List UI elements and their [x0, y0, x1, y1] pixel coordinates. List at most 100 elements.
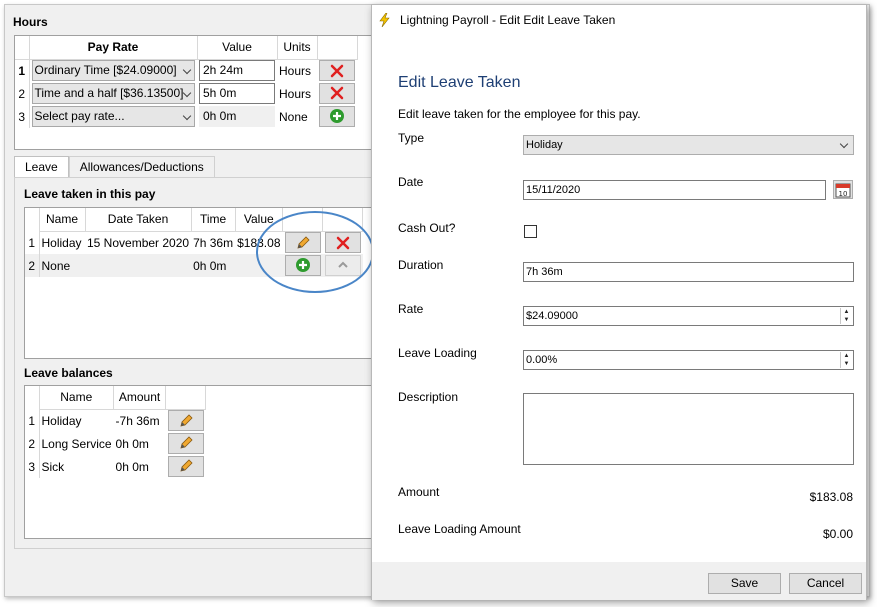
spin-down-icon[interactable]: ▼ [841, 360, 852, 368]
table-row[interactable]: 2 Long Service 0h 0m [25, 432, 206, 455]
duration-label: Duration [398, 258, 444, 272]
spin-up-icon[interactable]: ▲ [841, 308, 852, 316]
type-value: Holiday [526, 139, 563, 151]
pay-rate-select[interactable]: Select pay rate... [31, 106, 195, 127]
leave-name-cell: None [41, 258, 71, 273]
hours-grid: Pay Rate Value Units 1 Ordinary Time [$2… [14, 35, 372, 150]
description-textarea[interactable] [523, 393, 854, 465]
hours-table: Pay Rate Value Units 1 Ordinary Time [$2… [15, 36, 358, 128]
date-taken-cell [85, 254, 191, 277]
balance-edit-header [165, 386, 207, 410]
amount-label: Amount [398, 485, 440, 499]
balance-amount-cell: -7h 36m [115, 413, 160, 428]
add-row-button[interactable] [319, 105, 355, 127]
leave-balances-table: Name Amount 1 Holiday -7h 36m 2 Long Ser… [25, 386, 207, 478]
pay-rate-select[interactable]: Time and a half [$36.13500] [31, 83, 195, 104]
lightning-icon [379, 13, 390, 27]
chevron-down-icon [182, 111, 192, 121]
date-taken-cell: 15 November 2020 [87, 235, 190, 250]
type-select[interactable]: Holiday [523, 135, 854, 155]
time-cell: 0h 0m [193, 258, 227, 273]
leave-loading-spin-buttons[interactable]: ▲ ▼ [840, 352, 852, 368]
calendar-icon: 10 [835, 183, 851, 198]
date-label: Date [398, 175, 424, 189]
hours-value-input[interactable]: 5h 0m [199, 83, 275, 104]
action-header [317, 36, 358, 60]
leave-name-cell: Holiday [41, 235, 82, 250]
dialog-subtitle: Edit leave taken for the employee for th… [398, 107, 641, 121]
leave-loading-amount-label: Leave Loading Amount [398, 522, 521, 536]
svg-text:10: 10 [839, 190, 848, 198]
hours-value-input[interactable]: 0h 0m [199, 106, 275, 127]
value-header: Value [197, 36, 278, 60]
row-number: 3 [15, 105, 30, 128]
row-number: 3 [25, 455, 40, 478]
balance-name-cell: Sick [41, 459, 65, 474]
edit-balance-button[interactable] [167, 455, 204, 477]
leave-loading-amount-value: $0.00 [822, 527, 853, 541]
row-number-header [25, 386, 40, 409]
hours-group-title: Hours [13, 15, 48, 29]
rate-spin-buttons[interactable]: ▲ ▼ [840, 308, 852, 324]
amount-value: $183.08 [809, 490, 853, 504]
dialog-heading: Edit Leave Taken [398, 74, 521, 91]
leave-loading-spinner[interactable]: 0.00% ▲ ▼ [523, 350, 854, 370]
leave-balances-title: Leave balances [24, 366, 113, 380]
row-number: 1 [25, 231, 40, 254]
delete-icon [330, 87, 344, 100]
rate-value: $24.09000 [526, 310, 578, 322]
edit-balance-button[interactable] [167, 410, 204, 431]
add-icon [330, 109, 344, 124]
row-number-header [25, 208, 40, 231]
units-cell: Hours [279, 63, 312, 78]
row-number-header [15, 36, 30, 60]
edit-balance-button[interactable] [167, 432, 204, 454]
row-number: 2 [25, 432, 40, 455]
rate-spinner[interactable]: $24.09000 ▲ ▼ [523, 306, 854, 326]
pay-rate-value: Time and a half [$36.13500] [34, 86, 184, 100]
leave-loading-label: Leave Loading [398, 346, 477, 360]
table-row: 2 Time and a half [$36.13500] 5h 0m Hour… [15, 82, 357, 105]
balance-name-cell: Holiday [41, 413, 82, 428]
tab-leave[interactable]: Leave [14, 156, 69, 179]
leave-loading-value: 0.00% [526, 354, 558, 366]
date-input[interactable]: 15/11/2020 [523, 180, 826, 200]
dialog-window-title: Lightning Payroll - Edit Edit Leave Take… [400, 13, 616, 27]
cash-out-checkbox[interactable] [524, 225, 537, 238]
table-row[interactable]: 3 Sick 0h 0m [25, 455, 206, 478]
delete-icon [330, 64, 344, 77]
spin-up-icon[interactable]: ▲ [841, 352, 852, 360]
row-number: 1 [15, 59, 30, 82]
tab-allowances-deductions[interactable]: Allowances/Deductions [68, 156, 215, 177]
pencil-icon [179, 459, 193, 472]
table-row: 3 Select pay rate... 0h 0m None [15, 105, 357, 128]
delete-row-button[interactable] [319, 60, 355, 81]
time-header: Time [191, 208, 236, 232]
save-button[interactable]: Save [708, 573, 781, 594]
table-row[interactable]: 1 Holiday -7h 36m [25, 409, 206, 432]
rate-label: Rate [398, 302, 424, 316]
leave-balances-grid: Name Amount 1 Holiday -7h 36m 2 Long Ser… [24, 385, 372, 539]
row-number: 2 [25, 254, 40, 277]
pay-rate-select[interactable]: Ordinary Time [$24.09000] [31, 60, 195, 82]
leave-taken-title: Leave taken in this pay [24, 187, 156, 201]
balance-amount-header: Amount [113, 386, 167, 410]
tab-strip: Leave Allowances/Deductions [14, 156, 215, 179]
dialog-titlebar: Lightning Payroll - Edit Edit Leave Take… [372, 5, 866, 35]
pencil-icon [179, 436, 193, 449]
date-picker-button[interactable]: 10 [833, 180, 853, 199]
date-taken-header: Date Taken [85, 208, 192, 232]
chevron-down-icon [839, 139, 849, 149]
time-cell: 7h 36m [193, 235, 234, 250]
description-label: Description [398, 390, 459, 404]
spin-down-icon[interactable]: ▼ [841, 316, 852, 324]
balance-amount-cell: 0h 0m [115, 459, 149, 474]
hours-value-input[interactable]: 2h 24m [199, 60, 275, 82]
leave-name-header: Name [39, 208, 86, 232]
cancel-button[interactable]: Cancel [789, 573, 862, 594]
pay-rate-header: Pay Rate [29, 36, 198, 60]
edit-leave-dialog: Lightning Payroll - Edit Edit Leave Take… [371, 4, 867, 600]
duration-input[interactable]: 7h 36m [523, 262, 854, 282]
delete-row-button[interactable] [319, 82, 355, 104]
row-number: 2 [15, 82, 30, 105]
